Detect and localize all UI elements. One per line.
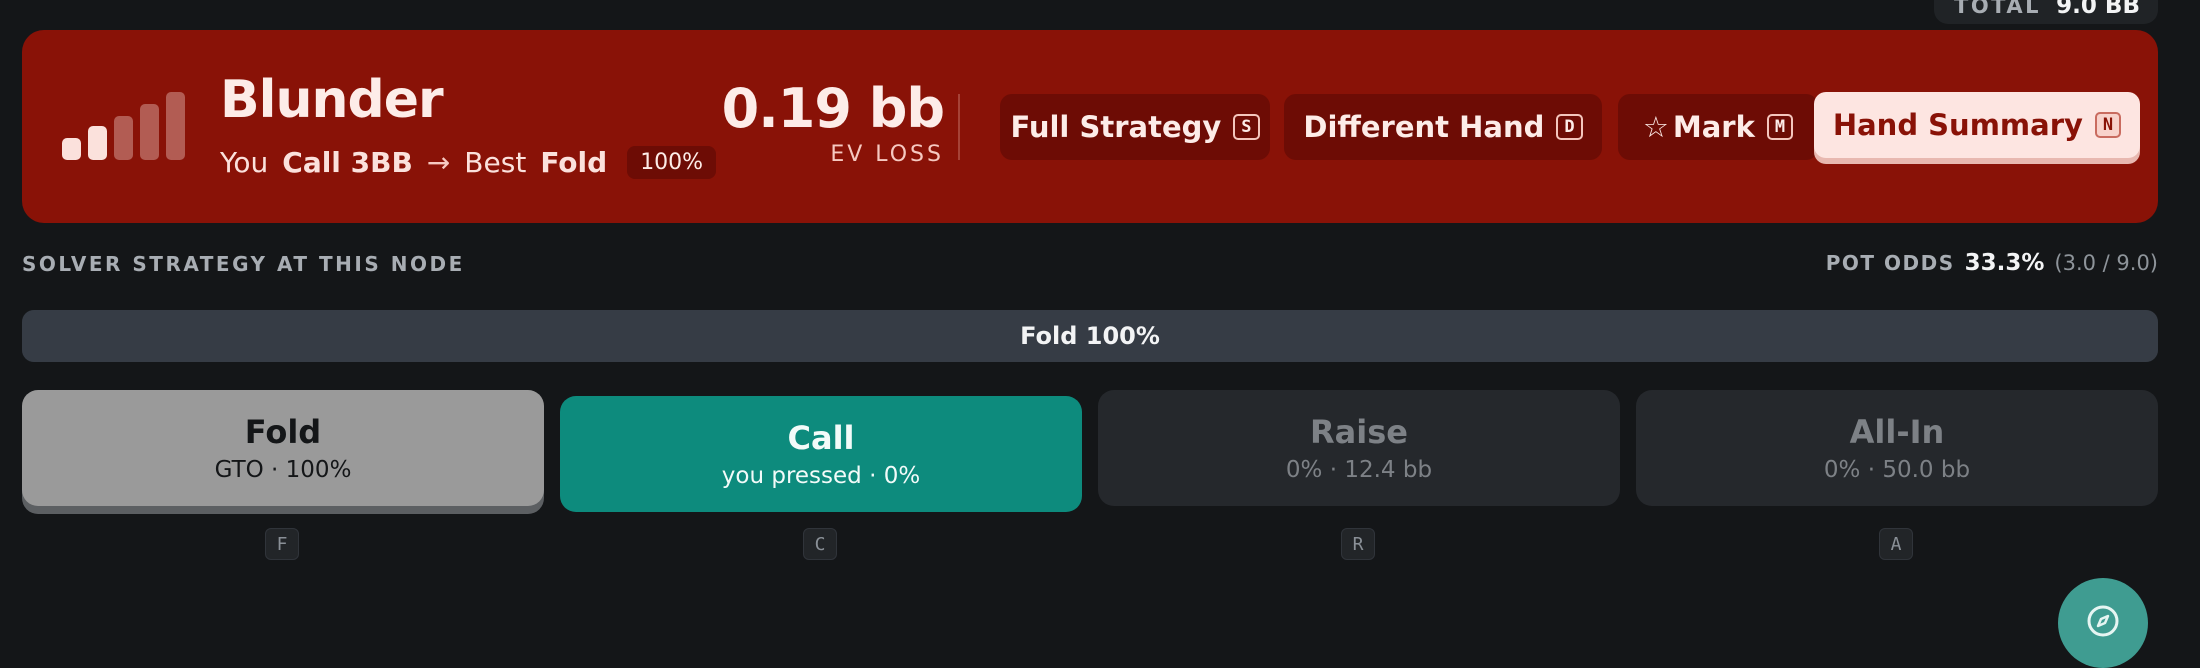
shortcut-key-n: N — [2094, 112, 2122, 138]
action-meta: you pressed · 0% — [721, 463, 921, 489]
strategy-bar: Fold 100% — [22, 310, 2158, 362]
shortcut-key-c: C — [803, 528, 837, 560]
pot-odds-fraction: (3.0 / 9.0) — [2054, 251, 2158, 275]
strategy-bar-label: Fold 100% — [1020, 322, 1160, 350]
hand-summary-button[interactable]: Hand Summary N — [1814, 92, 2140, 158]
signal-bar-5 — [166, 92, 185, 160]
total-label: TOTAL — [1954, 0, 2042, 18]
hand-summary-label: Hand Summary — [1832, 108, 2083, 142]
action-meta: 0% · 50.0 bb — [1823, 457, 1971, 483]
divider — [958, 94, 960, 160]
fold-action-button[interactable]: Fold GTO · 100% — [22, 390, 544, 506]
all-in-action-button[interactable]: All-In 0% · 50.0 bb — [1636, 390, 2158, 506]
action-name: All-In — [1849, 413, 1945, 451]
arrow-right-icon: → — [426, 146, 451, 179]
mark-label: Mark — [1672, 110, 1755, 144]
verdict-summary: You Call 3BB → Best Fold 100% — [220, 146, 717, 179]
total-pot-tab: TOTAL 9.0 BB — [1934, 0, 2158, 24]
shortcut-key-m: M — [1766, 114, 1794, 140]
action-meta: 0% · 12.4 bb — [1285, 457, 1433, 483]
star-icon: ☆ — [1642, 110, 1669, 144]
shortcut-key-r: R — [1341, 528, 1375, 560]
pot-odds-label: POT ODDS — [1825, 251, 1955, 275]
section-title: SOLVER STRATEGY AT THIS NODE — [22, 252, 465, 276]
raise-action-button[interactable]: Raise 0% · 12.4 bb — [1098, 390, 1620, 506]
action-name: Fold — [244, 413, 322, 451]
signal-bar-3 — [114, 116, 133, 160]
full-strategy-label: Full Strategy — [1010, 110, 1222, 144]
signal-bar-1 — [62, 138, 81, 160]
different-hand-label: Different Hand — [1303, 110, 1545, 144]
pot-odds: POT ODDS 33.3% (3.0 / 9.0) — [1826, 250, 2158, 276]
best-action: Fold — [540, 146, 608, 179]
severity-signal-icon — [62, 92, 186, 160]
your-action: Call 3BB — [282, 146, 413, 179]
you-label: You — [220, 146, 269, 179]
call-action-button[interactable]: Call you pressed · 0% — [560, 396, 1082, 512]
different-hand-button[interactable]: Different Hand D — [1284, 94, 1602, 160]
shortcut-key-d: D — [1556, 114, 1583, 140]
verdict-banner: Blunder You Call 3BB → Best Fold 100% 0.… — [22, 30, 2158, 223]
mark-button[interactable]: ☆ Mark M — [1618, 94, 1818, 160]
shortcut-key-f: F — [265, 528, 299, 560]
action-meta: GTO · 100% — [214, 457, 352, 483]
action-name: Call — [787, 419, 855, 457]
ev-loss: 0.19 bb EV LOSS — [721, 77, 945, 168]
shortcut-key-a: A — [1879, 528, 1913, 560]
verdict-title: Blunder — [220, 70, 444, 130]
ev-loss-value: 0.19 bb — [721, 77, 945, 140]
signal-bar-2 — [88, 126, 107, 160]
floating-action-button[interactable] — [2058, 578, 2148, 668]
ev-loss-label: EV LOSS — [830, 142, 944, 167]
total-value: 9.0 BB — [2056, 0, 2140, 19]
full-strategy-button[interactable]: Full Strategy S — [1000, 94, 1270, 160]
shortcut-key-s: S — [1233, 114, 1260, 140]
signal-bar-4 — [140, 104, 159, 160]
compass-icon — [2087, 605, 2119, 637]
action-name: Raise — [1310, 413, 1408, 451]
pot-odds-value: 33.3% — [1964, 250, 2045, 276]
best-action-pct-badge: 100% — [627, 146, 717, 179]
best-label: Best — [464, 146, 527, 179]
